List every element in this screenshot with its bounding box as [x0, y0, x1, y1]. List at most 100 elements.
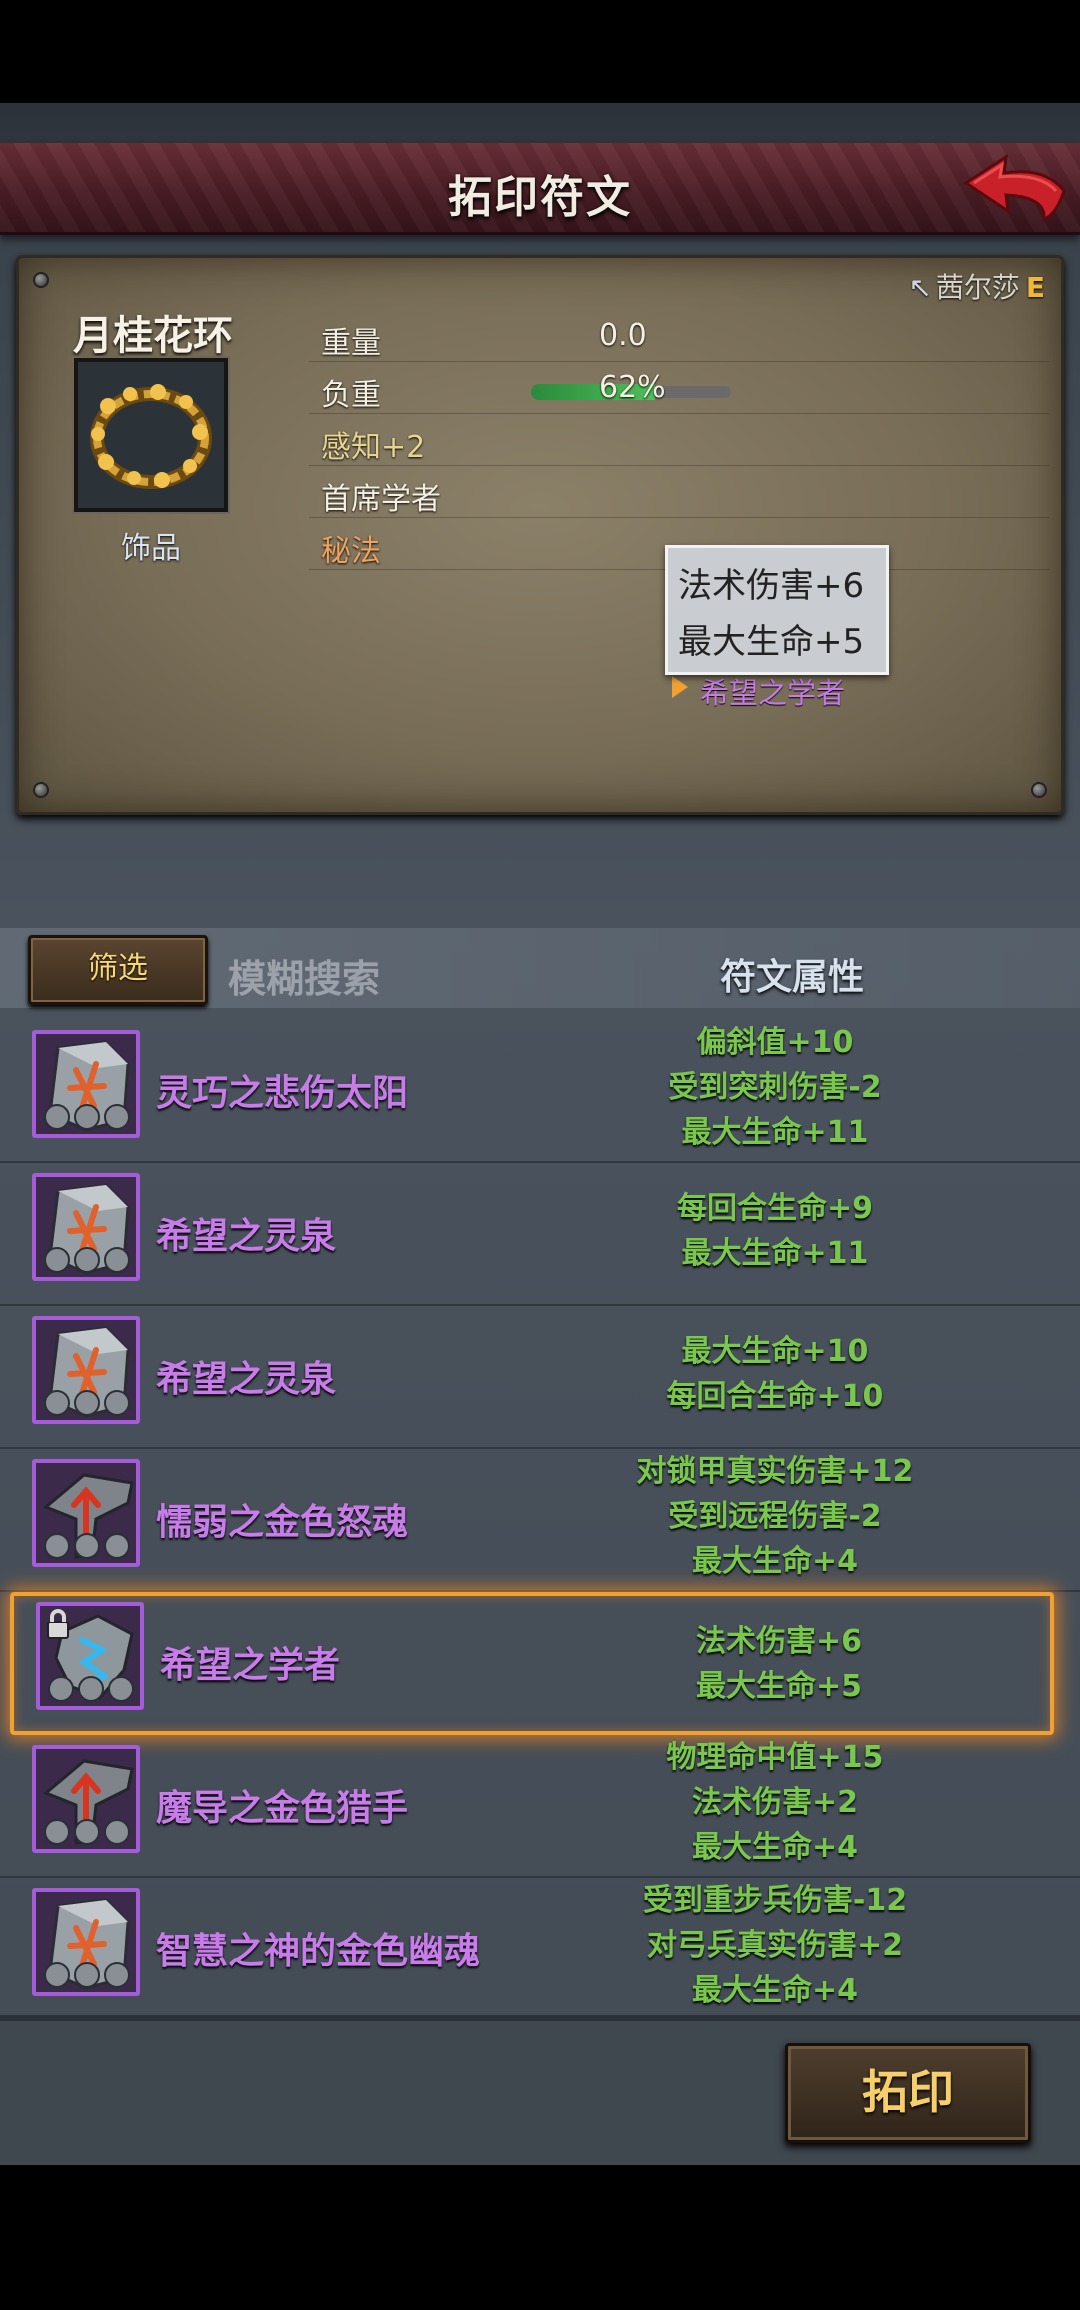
- rune-name: 希望之灵泉: [156, 1359, 337, 1400]
- stat-label: 负重: [321, 378, 381, 413]
- secret-label: 秘法: [321, 534, 381, 569]
- fuzzy-search-input[interactable]: 模糊搜索: [228, 948, 380, 1003]
- rune-slot-icons: [44, 1104, 130, 1130]
- disabled-icon: [104, 1247, 130, 1273]
- rune-row[interactable]: 智慧之神的金色幽魂 受到重步兵伤害-12 对弓兵真实伤害+2 最大生命+4: [0, 1878, 1080, 2021]
- shield-icon: [44, 1390, 70, 1416]
- rune-attr: 受到突刺伤害-2: [668, 1070, 882, 1105]
- rune-name: 希望之灵泉: [156, 1216, 337, 1257]
- tooltip-line: 最大生命+5: [678, 622, 865, 662]
- back-button[interactable]: [960, 153, 1070, 225]
- red-back-arrow-icon: [963, 153, 1066, 222]
- rune-attributes: 对锁甲真实伤害+12 受到远程伤害-2 最大生命+4: [560, 1449, 990, 1584]
- split-icon: [74, 1962, 100, 1988]
- split-icon: [74, 1390, 100, 1416]
- rune-stone-icon: [36, 1602, 144, 1710]
- rune-attr: 每回合生命+10: [666, 1378, 884, 1414]
- rune-row[interactable]: 魔导之金色猎手 物理命中值+15 法术伤害+2 最大生命+4: [0, 1735, 1080, 1878]
- item-info-panel: ↖ 茜尔莎 E 月桂花环 饰品 重量 0.0 负重 62% 感知+2 首席学者 秘法: [16, 255, 1064, 815]
- rune-attr: 对弓兵真实伤害+2: [646, 1928, 903, 1963]
- owner-name: 茜尔莎: [935, 271, 1020, 304]
- owner-rank: E: [1025, 271, 1045, 304]
- rune-attr: 每回合生命+9: [676, 1190, 873, 1226]
- rune-stone-icon: [32, 1745, 140, 1853]
- rune-row[interactable]: 希望之灵泉 最大生命+10 每回合生命+10: [0, 1306, 1080, 1449]
- disabled-icon: [104, 1104, 130, 1130]
- stat-value: 0.0: [599, 318, 647, 353]
- shield-icon: [48, 1676, 74, 1702]
- rune-attr: 对锁甲真实伤害+12: [636, 1454, 914, 1489]
- status-bar-area: [0, 0, 1080, 103]
- split-icon: [74, 1533, 100, 1559]
- rune-stone-icon: [32, 1173, 140, 1281]
- rune-attr: 最大生命+11: [681, 1235, 869, 1271]
- load-percent: 62%: [599, 370, 666, 405]
- pointer-icon: ↖: [908, 271, 932, 304]
- shield-icon: [44, 1533, 70, 1559]
- rune-attributes: 受到重步兵伤害-12 对弓兵真实伤害+2 最大生命+4: [560, 1878, 990, 2013]
- rune-attr: 法术伤害+2: [691, 1785, 858, 1820]
- pin-icon: [1031, 782, 1047, 798]
- rune-name: 懦弱之金色怒魂: [156, 1502, 409, 1543]
- split-icon: [74, 1104, 100, 1130]
- rune-attr: 最大生命+10: [681, 1333, 869, 1369]
- rune-attributes: 每回合生命+9 最大生命+11: [560, 1186, 990, 1276]
- rune-row[interactable]: 希望之灵泉 每回合生命+9 最大生命+11: [0, 1163, 1080, 1306]
- rune-slot-icons: [44, 1390, 130, 1416]
- stat-label: 重量: [321, 326, 381, 361]
- item-name: 月桂花环: [73, 313, 233, 359]
- split-icon: [74, 1819, 100, 1845]
- load-progress-track: [655, 386, 731, 398]
- disabled-icon: [104, 1390, 130, 1416]
- trait-label: 首席学者: [321, 482, 441, 517]
- disabled-icon: [104, 1533, 130, 1559]
- rune-name: 希望之学者: [160, 1645, 341, 1686]
- disabled-icon: [108, 1676, 134, 1702]
- title-bar: 拓印符文: [0, 143, 1080, 235]
- rune-slot-icons: [44, 1247, 130, 1273]
- rune-attributes: 最大生命+10 每回合生命+10: [560, 1329, 990, 1419]
- rune-name: 魔导之金色猎手: [156, 1788, 409, 1829]
- rune-attributes: 偏斜值+10 受到突刺伤害-2 最大生命+11: [560, 1020, 990, 1155]
- rune-attr-header: 符文属性: [720, 957, 865, 998]
- stat-perception: 感知+2: [309, 414, 1049, 466]
- rune-attr: 最大生命+5: [695, 1668, 862, 1704]
- rune-attributes: 法术伤害+6 最大生命+5: [564, 1619, 994, 1709]
- item-type: 饰品: [121, 531, 181, 566]
- rune-slot-icons: [48, 1676, 134, 1702]
- rune-attributes: 物理命中值+15 法术伤害+2 最大生命+4: [560, 1735, 990, 1870]
- rune-row[interactable]: 懦弱之金色怒魂 对锁甲真实伤害+12 受到远程伤害-2 最大生命+4: [0, 1449, 1080, 1592]
- shield-icon: [44, 1962, 70, 1988]
- pin-icon: [33, 782, 49, 798]
- filter-button[interactable]: 筛选: [28, 935, 208, 1005]
- disabled-icon: [104, 1819, 130, 1845]
- rune-attr: 最大生命+4: [691, 1973, 858, 2008]
- lock-icon: [44, 1608, 72, 1647]
- rune-attr: 最大生命+4: [691, 1830, 858, 1865]
- rune-attr: 受到重步兵伤害-12: [642, 1883, 908, 1918]
- imprint-button[interactable]: 拓印: [785, 2043, 1031, 2143]
- pin-icon: [33, 272, 49, 288]
- rune-attr: 受到远程伤害-2: [668, 1499, 882, 1534]
- rune-slot-icons: [44, 1819, 130, 1845]
- rune-slot-icons: [44, 1962, 130, 1988]
- rune-tooltip: 法术伤害+6 最大生命+5: [665, 545, 889, 675]
- rune-stone-icon: [32, 1459, 140, 1567]
- rune-attr: 物理命中值+15: [666, 1740, 884, 1775]
- stat-weight: 重量 0.0: [309, 310, 1049, 362]
- triangle-marker-icon: [672, 676, 688, 698]
- perception-bonus: 感知+2: [321, 430, 426, 465]
- nav-bar-area: [0, 2165, 1080, 2310]
- shield-icon: [44, 1104, 70, 1130]
- owner-label[interactable]: ↖ 茜尔莎 E: [908, 266, 1045, 306]
- rune-attr: 最大生命+11: [681, 1115, 869, 1150]
- split-icon: [74, 1247, 100, 1273]
- rune-name: 灵巧之悲伤太阳: [156, 1073, 409, 1114]
- rune-attr: 法术伤害+6: [695, 1623, 862, 1659]
- tooltip-line: 法术伤害+6: [678, 566, 865, 606]
- rune-row[interactable]: 希望之学者 法术伤害+6 最大生命+5: [10, 1592, 1054, 1735]
- laurel-wreath-icon: [74, 358, 228, 512]
- rune-row[interactable]: 灵巧之悲伤太阳 偏斜值+10 受到突刺伤害-2 最大生命+11: [0, 1020, 1080, 1163]
- secret-value[interactable]: 希望之学者: [700, 670, 845, 712]
- page-title: 拓印符文: [448, 172, 632, 223]
